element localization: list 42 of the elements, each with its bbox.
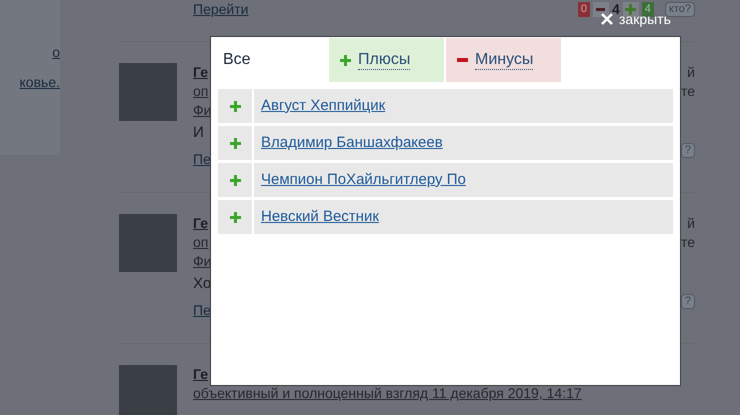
plus-icon — [230, 100, 240, 112]
author-name[interactable]: Ге — [193, 214, 208, 233]
go-link[interactable]: Пе — [193, 149, 211, 169]
sidebar-link[interactable]: ковье. — [20, 72, 60, 92]
sidebar-link[interactable]: о — [52, 42, 60, 62]
go-link[interactable]: Перейти — [193, 0, 248, 18]
comment-meta: те — [680, 82, 695, 101]
filter-tab[interactable]: Минусы — [446, 38, 561, 82]
plus-count: 4 — [642, 2, 654, 17]
minus-icon — [596, 8, 606, 11]
close-icon — [600, 12, 614, 26]
score: 4 — [612, 2, 620, 17]
avatar-placeholder — [119, 365, 177, 415]
filter-tab[interactable]: Плюсы — [329, 38, 444, 82]
voter-link[interactable]: Невский Вестник — [261, 206, 379, 228]
author-name[interactable]: Ге — [193, 63, 208, 82]
comment-text: Хо — [193, 274, 212, 294]
go-link[interactable]: Пе — [193, 300, 211, 320]
comment-meta: оп — [193, 233, 208, 252]
minus-count: 0 — [578, 2, 590, 17]
plus-icon — [230, 212, 240, 222]
avatar-placeholder — [119, 214, 177, 272]
comment-meta: й — [687, 214, 695, 233]
voter-link[interactable]: Владимир Баншахфакеев — [261, 132, 443, 154]
comment-meta: й — [687, 63, 695, 82]
plus-icon — [340, 54, 351, 66]
voter-link[interactable]: Чемпион ПоХайльгитлеру По — [261, 168, 466, 192]
minus-icon — [457, 58, 468, 62]
plus-icon — [625, 4, 636, 15]
comment-meta: объективный и полноценный взгляд 11 декабря 2019, 14:17 — [193, 384, 582, 403]
who-button[interactable]: ? — [680, 294, 695, 309]
who-button[interactable]: кто? — [664, 2, 695, 17]
voter-link[interactable]: Август Хеппийцик — [261, 94, 386, 118]
plus-icon — [230, 138, 240, 148]
comment-meta: те — [680, 233, 695, 252]
avatar-placeholder — [119, 63, 177, 121]
comment-meta: оп — [193, 82, 208, 101]
who-button[interactable]: ? — [680, 143, 695, 158]
comment-text: И — [193, 123, 204, 143]
vote-minus-button[interactable] — [592, 2, 609, 17]
plus-icon — [230, 174, 240, 186]
author-name[interactable]: Ге — [193, 365, 208, 384]
